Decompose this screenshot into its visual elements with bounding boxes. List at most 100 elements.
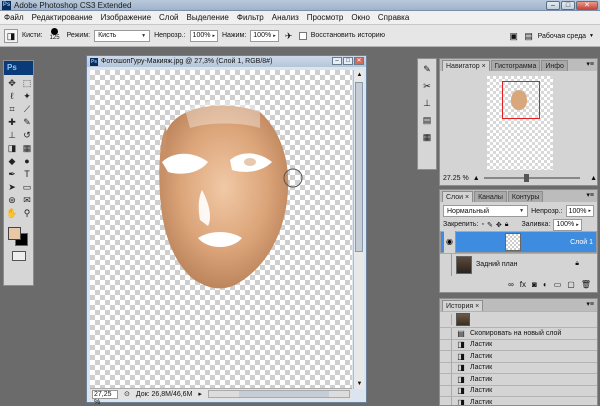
document-maximize-button[interactable]: □ bbox=[343, 57, 353, 65]
healing-tool-icon[interactable]: ✚ bbox=[5, 116, 19, 128]
history-item[interactable]: ◨ Ластик bbox=[440, 338, 597, 351]
eraser-tool-icon[interactable]: ◨ bbox=[5, 142, 19, 154]
table-icon[interactable]: ▦ bbox=[420, 131, 434, 143]
foreground-color-swatch[interactable] bbox=[8, 227, 21, 240]
tab-history[interactable]: История × bbox=[442, 300, 484, 311]
stamp-tool-icon[interactable]: ⊥ bbox=[5, 129, 19, 141]
zoom-out-icon[interactable]: ▲ bbox=[473, 175, 480, 182]
layer-row-layer1[interactable]: ◉ Слой 1 bbox=[440, 231, 597, 253]
fill-field[interactable]: 100% ▸ bbox=[553, 218, 582, 231]
info-icon[interactable]: ▤ bbox=[420, 114, 434, 126]
pen-tool-icon[interactable]: ✒ bbox=[5, 168, 19, 180]
new-layer-icon[interactable]: ▢ bbox=[567, 280, 575, 292]
menu-help[interactable]: Справка bbox=[378, 13, 409, 22]
menu-filter[interactable]: Фильтр bbox=[237, 13, 264, 22]
document-title-bar[interactable]: Ps ФотошопГуру-Макияж.jpg @ 27,3% (Слой … bbox=[87, 56, 366, 67]
gradient-tool-icon[interactable]: ▦ bbox=[20, 142, 34, 154]
opacity-field[interactable]: 100% ▸ bbox=[189, 29, 218, 42]
menu-select[interactable]: Выделение bbox=[186, 13, 228, 22]
tab-channels[interactable]: Каналы bbox=[474, 191, 507, 202]
bridge-icon[interactable]: ▣ bbox=[508, 30, 520, 42]
navigator-view-box[interactable] bbox=[502, 81, 540, 119]
link-layers-icon[interactable]: ∞ bbox=[508, 280, 514, 292]
3d-tool-icon[interactable]: ⊛ bbox=[5, 194, 19, 206]
canvas[interactable] bbox=[90, 70, 352, 389]
navigator-thumbnail[interactable] bbox=[487, 76, 553, 170]
history-item[interactable]: ◨ Ластик bbox=[440, 396, 597, 405]
blend-mode-select[interactable]: Нормальный ▼ bbox=[443, 205, 529, 217]
history-brush-source[interactable] bbox=[440, 350, 452, 362]
status-menu-icon[interactable]: ▸ bbox=[198, 390, 202, 398]
marquee-tool-icon[interactable]: ⬚ bbox=[20, 77, 34, 89]
history-brush-source[interactable] bbox=[440, 314, 452, 325]
hand-tool-icon[interactable]: ✋ bbox=[5, 207, 19, 219]
dodge-tool-icon[interactable]: ● bbox=[20, 155, 34, 167]
layer-opacity-field[interactable]: 100% ▸ bbox=[565, 205, 594, 217]
document-minimize-button[interactable]: – bbox=[332, 57, 342, 65]
history-brush-source[interactable] bbox=[440, 385, 452, 397]
vertical-scrollbar[interactable]: ▲ ▼ bbox=[353, 70, 364, 389]
zoom-in-icon[interactable]: ▲ bbox=[590, 175, 597, 182]
history-brush-tool-icon[interactable]: ↺ bbox=[20, 129, 34, 141]
workspace-label[interactable]: Рабочая среда bbox=[538, 33, 586, 40]
mode-select[interactable]: Кисть ▼ bbox=[94, 29, 151, 42]
brush-picker[interactable]: 125 bbox=[47, 27, 63, 45]
document-close-button[interactable]: ✕ bbox=[354, 57, 364, 65]
note-tool-icon[interactable]: ✉ bbox=[20, 194, 34, 206]
path-select-tool-icon[interactable]: ➤ bbox=[5, 181, 19, 193]
history-brush-source[interactable] bbox=[440, 339, 452, 351]
add-mask-icon[interactable]: ◙ bbox=[532, 280, 537, 292]
zoom-tool-icon[interactable]: ⚲ bbox=[20, 207, 34, 219]
adjustment-layer-icon[interactable]: ◐ bbox=[543, 280, 548, 292]
brush-tool-icon[interactable]: ✎ bbox=[20, 116, 34, 128]
menu-layer[interactable]: Слой bbox=[159, 13, 178, 22]
type-tool-icon[interactable]: T bbox=[20, 168, 34, 180]
menu-window[interactable]: Окно bbox=[351, 13, 370, 22]
tab-histogram[interactable]: Гистограмма bbox=[490, 60, 541, 71]
blur-tool-icon[interactable]: ◆ bbox=[5, 155, 19, 167]
layer-style-icon[interactable]: fx bbox=[520, 280, 526, 292]
visibility-eye-icon[interactable]: ◉ bbox=[444, 231, 456, 253]
history-brush-source[interactable] bbox=[440, 362, 452, 374]
history-item[interactable]: ◨ Ластик bbox=[440, 373, 597, 385]
crop-tool-icon[interactable]: ⌗ bbox=[5, 103, 19, 115]
slice-tool-icon[interactable]: ⟋ bbox=[20, 103, 34, 115]
camera-icon[interactable]: ▤ bbox=[523, 30, 535, 42]
new-group-icon[interactable]: ▭ bbox=[554, 280, 562, 292]
lock-pixels-icon[interactable]: ✎ bbox=[487, 221, 493, 229]
menu-edit[interactable]: Редактирование bbox=[32, 13, 93, 22]
tab-paths[interactable]: Контуры bbox=[507, 191, 544, 202]
menu-view[interactable]: Просмотр bbox=[307, 13, 344, 22]
status-info-icon[interactable]: ⊙ bbox=[124, 390, 130, 398]
close-button[interactable]: ✕ bbox=[576, 1, 598, 10]
brush-preset-icon[interactable]: ✎ bbox=[420, 63, 434, 75]
layer-row-background[interactable]: Задний план 🔒︎ bbox=[440, 253, 597, 276]
delete-layer-icon[interactable]: 🗑︎ bbox=[581, 280, 591, 292]
magic-wand-tool-icon[interactable]: ✦ bbox=[20, 90, 34, 102]
scroll-up-icon[interactable]: ▲ bbox=[354, 70, 365, 80]
zoom-field[interactable]: 27,25 % bbox=[92, 389, 118, 406]
restore-history-checkbox[interactable] bbox=[298, 31, 307, 40]
scroll-down-icon[interactable]: ▼ bbox=[354, 379, 365, 389]
visibility-eye-icon[interactable] bbox=[440, 253, 452, 276]
lock-position-icon[interactable]: ✥ bbox=[496, 221, 502, 229]
lock-transparency-icon[interactable]: ▫ bbox=[481, 221, 483, 228]
zoom-slider[interactable] bbox=[483, 174, 581, 182]
eraser-preset-icon[interactable]: ◨ bbox=[4, 28, 18, 43]
horizontal-scrollbar[interactable] bbox=[207, 390, 350, 398]
navigator-zoom[interactable]: 27.25 % bbox=[443, 175, 469, 182]
lock-all-icon[interactable]: 🔒︎ bbox=[505, 221, 509, 229]
panel-menu-icon[interactable]: ▾≡ bbox=[586, 191, 594, 199]
tab-layers[interactable]: Слои × bbox=[442, 191, 474, 202]
history-item[interactable]: ◨ Ластик bbox=[440, 350, 597, 362]
panel-menu-icon[interactable]: ▾≡ bbox=[586, 300, 594, 308]
menu-analysis[interactable]: Анализ bbox=[272, 13, 299, 22]
maximize-button[interactable]: □ bbox=[561, 1, 575, 10]
tab-info[interactable]: Инфо bbox=[541, 60, 568, 71]
history-brush-source[interactable] bbox=[440, 327, 452, 339]
move-tool-icon[interactable]: ✥ bbox=[5, 77, 19, 89]
tab-navigator[interactable]: Навигатор × bbox=[442, 60, 490, 71]
history-snapshot[interactable] bbox=[440, 311, 597, 327]
menu-image[interactable]: Изображение bbox=[101, 13, 151, 22]
menu-file[interactable]: Файл bbox=[4, 13, 24, 22]
